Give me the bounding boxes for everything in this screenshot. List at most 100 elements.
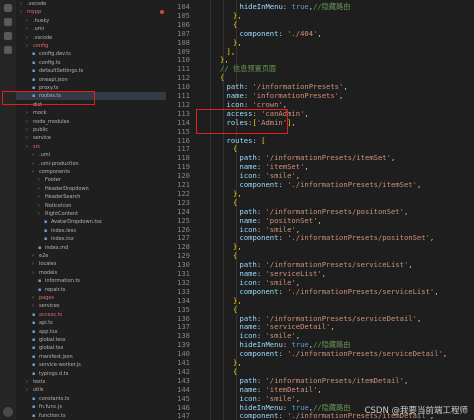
tree-folder[interactable]: › Footer — [16, 176, 166, 184]
chevron-right-icon: › — [32, 261, 34, 268]
tree-folder[interactable]: › src — [16, 143, 166, 151]
tree-file[interactable]: ▪ constants.ts — [16, 395, 166, 403]
chevron-right-icon: › — [26, 110, 28, 117]
tree-item-label: HeaderDropdown — [45, 185, 89, 192]
tree-item-label: mock — [33, 110, 47, 117]
code-editor[interactable]: 104 hideInMenu: true,//隐藏路由 105}, 106{107 co… — [166, 0, 474, 420]
tree-folder[interactable]: › utils — [16, 386, 166, 394]
tree-item-label: index.tsx — [51, 236, 74, 243]
tree-item-label: config — [33, 43, 49, 49]
chevron-right-icon: › — [26, 135, 28, 142]
explorer-icon[interactable] — [4, 4, 12, 12]
tree-folder[interactable]: › locales — [16, 260, 166, 268]
search-icon[interactable] — [4, 18, 12, 26]
tree-folder[interactable]: › node_modules — [16, 118, 166, 126]
tree-item-label: function.ts — [39, 412, 66, 419]
access-roles-highlight — [196, 109, 288, 134]
tree-folder[interactable]: › components — [16, 168, 166, 176]
tree-file[interactable]: ▪ repair.ts — [16, 286, 166, 294]
tree-folder[interactable]: › .umi — [16, 151, 166, 159]
file-icon: ▪ — [32, 412, 36, 419]
tree-folder[interactable]: › .umi — [16, 25, 166, 33]
tree-folder[interactable]: › .vscode — [16, 0, 166, 8]
watermark: CSDN @我要当前端工程师 — [364, 406, 468, 416]
code-token: : — [278, 411, 288, 420]
tree-file[interactable]: ▪ manifest.json — [16, 353, 166, 361]
tree-file[interactable]: ▪ oneapi.json — [16, 76, 166, 84]
tree-file[interactable]: ▪ global.less — [16, 336, 166, 344]
tree-item-label: .vscode — [27, 1, 47, 7]
file-icon: ▪ — [32, 51, 36, 58]
tree-file[interactable]: ▪ fn.func.js — [16, 403, 166, 411]
chevron-right-icon: › — [26, 379, 28, 385]
tree-item-label: manifest.json — [39, 353, 73, 360]
tree-file[interactable]: ▪ service-worker.js — [16, 361, 166, 369]
tree-folder[interactable]: › mypp — [16, 8, 166, 16]
tree-item-label: locales — [39, 261, 57, 268]
tree-folder[interactable]: › mock — [16, 109, 166, 117]
chevron-right-icon: › — [32, 269, 34, 276]
file-icon: ▪ — [32, 59, 36, 66]
file-icon: ▪ — [44, 219, 48, 226]
tree-item-label: RightContent — [45, 211, 79, 217]
chevron-right-icon: › — [26, 43, 28, 49]
tree-item-label: service — [33, 135, 51, 142]
file-icon: ▪ — [32, 353, 36, 360]
tree-folder[interactable]: › tests — [16, 378, 166, 386]
activity-bar — [0, 0, 17, 420]
tree-folder[interactable]: › service — [16, 134, 166, 142]
tree-folder[interactable]: › RightContent — [16, 210, 166, 218]
tree-file[interactable]: ▪ api.ts — [16, 319, 166, 327]
tree-file[interactable]: ▪ typings.d.ts — [16, 370, 166, 378]
tree-file[interactable]: ▪ index.md — [16, 244, 166, 252]
tree-item-label: .umi — [33, 26, 45, 33]
tree-item-label: Footer — [45, 177, 61, 184]
tree-folder[interactable]: › .umi-production — [16, 160, 166, 168]
tree-item-label: global.tsx — [39, 345, 64, 352]
tree-file[interactable]: ▪ app.tsx — [16, 328, 166, 336]
file-icon: ▪ — [32, 345, 36, 352]
tree-file[interactable]: ▪ defaultSettings.ts — [16, 67, 166, 75]
file-icon: ▪ — [32, 328, 36, 335]
tree-folder[interactable]: › HeaderDropdown — [16, 185, 166, 193]
tree-folder[interactable]: › HeaderSearch — [16, 193, 166, 201]
tree-file[interactable]: ▪ AvatarDropdown.tsx — [16, 218, 166, 226]
tree-file[interactable]: ▪ information.ts — [16, 277, 166, 285]
tree-file[interactable]: ▪ index.tsx — [16, 235, 166, 243]
tree-file[interactable]: ▪ function.ts — [16, 412, 166, 420]
chevron-right-icon: › — [26, 17, 28, 24]
chevron-right-icon: › — [26, 34, 28, 41]
file-icon: ▪ — [32, 76, 36, 83]
source-control-icon[interactable] — [4, 32, 12, 40]
tree-folder[interactable]: › e2e — [16, 252, 166, 260]
tree-folder[interactable]: › pages — [16, 294, 166, 302]
tree-item-label: typings.d.ts — [39, 370, 69, 377]
tree-item-label: index.md — [45, 244, 69, 251]
tree-folder[interactable]: › .husky — [16, 17, 166, 25]
tree-folder[interactable]: › services — [16, 302, 166, 310]
tree-folder[interactable]: › NoticeIcon — [16, 202, 166, 210]
tree-folder[interactable]: › models — [16, 269, 166, 277]
tree-item-label: services — [39, 303, 60, 310]
tree-item-label: e2e — [39, 253, 49, 259]
chevron-right-icon: › — [32, 169, 34, 175]
tree-file[interactable]: ▪ index.less — [16, 227, 166, 235]
tree-folder[interactable]: › config — [16, 42, 166, 50]
tree-item-label: models — [39, 269, 58, 276]
file-icon: ▪ — [32, 311, 36, 318]
tree-folder[interactable]: › public — [16, 126, 166, 134]
file-icon: ▪ — [32, 320, 36, 327]
tree-file[interactable]: ▪ access.ts — [16, 311, 166, 319]
tree-item-label: index.less — [51, 227, 76, 234]
extensions-icon[interactable] — [4, 46, 12, 54]
chevron-right-icon: › — [26, 118, 28, 125]
account-icon[interactable] — [3, 407, 13, 417]
chevron-right-icon: › — [32, 160, 34, 167]
tree-file[interactable]: ▪ config.dev.ts — [16, 50, 166, 58]
tree-item-label: public — [33, 127, 49, 133]
tree-file[interactable]: ▪ global.tsx — [16, 344, 166, 352]
tree-item-label: mypp — [27, 9, 42, 16]
tree-file[interactable]: ▪ config.ts — [16, 59, 166, 67]
tree-folder[interactable]: › .vscode — [16, 34, 166, 42]
tree-item-label: .umi — [39, 152, 51, 159]
